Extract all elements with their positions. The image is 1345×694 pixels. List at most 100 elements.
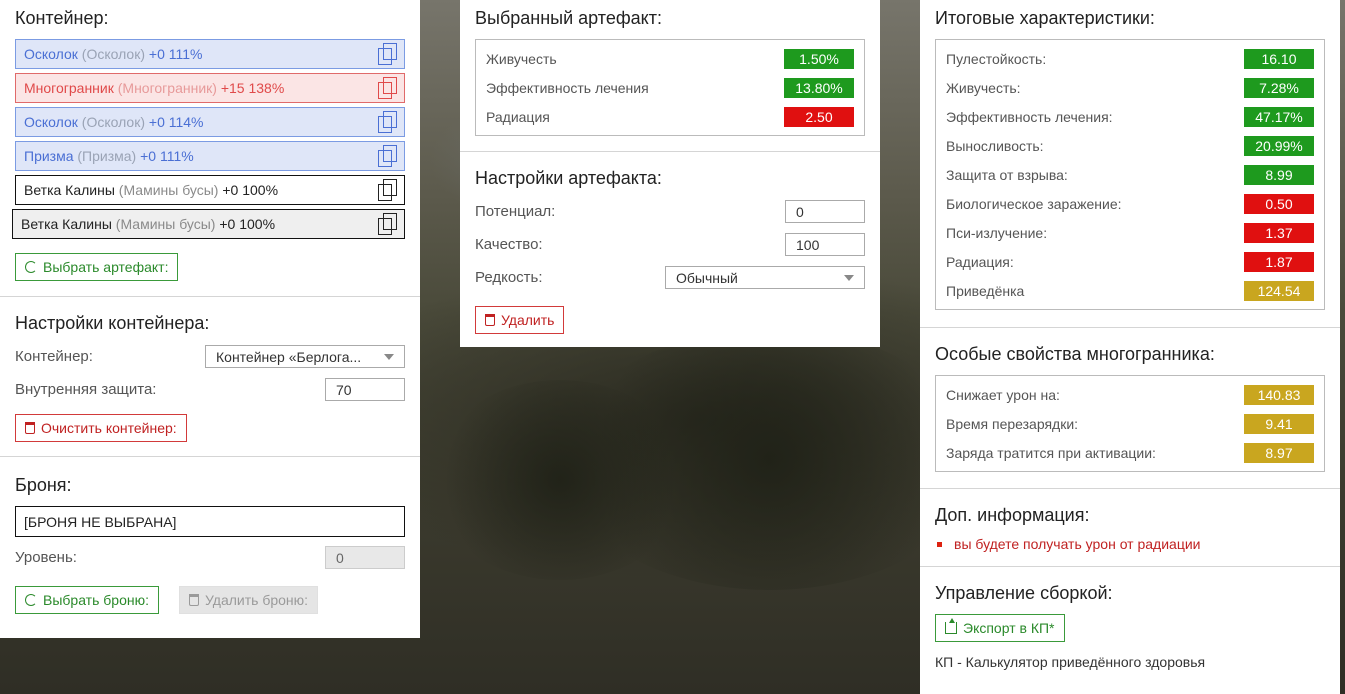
stat-row: Пси-излучение: 1.37 <box>946 218 1314 247</box>
copy-icon[interactable] <box>378 145 397 167</box>
artifact-name: Ветка Калины <box>21 216 112 232</box>
potential-label: Потенциал: <box>475 203 556 220</box>
armor-field[interactable]: [БРОНЯ НЕ ВЫБРАНА] <box>15 506 405 537</box>
armor-section: Броня: [БРОНЯ НЕ ВЫБРАНА] Уровень: 0 Выб… <box>0 457 420 628</box>
quality-row: Качество: 100 <box>475 228 865 261</box>
stat-label: Выносливость: <box>946 137 1044 154</box>
stat-row: Выносливость: 20.99% <box>946 131 1314 160</box>
export-button[interactable]: Экспорт в КП* <box>935 614 1065 642</box>
artifact-bonus: +0 111% <box>140 148 194 164</box>
artifact-type: (Осколок) <box>81 114 145 130</box>
stat-label: Время перезарядки: <box>946 415 1079 432</box>
container-title: Контейнер: <box>15 8 109 28</box>
stat-label: Снижает урон на: <box>946 386 1060 403</box>
artifact-bonus: +0 100% <box>222 182 279 198</box>
select-artifact-button[interactable]: Выбрать артефакт: <box>15 253 179 281</box>
stat-label: Биологическое заражение: <box>946 195 1122 212</box>
stat-row: Защита от взрыва: 8.99 <box>946 160 1314 189</box>
artifact-name: Призма <box>24 148 74 164</box>
delete-artifact-button[interactable]: Удалить <box>475 306 565 334</box>
stat-row: Радиация 2.50 <box>486 102 854 131</box>
copy-icon[interactable] <box>378 77 397 99</box>
stat-value: 1.37 <box>1244 222 1314 243</box>
potential-input[interactable]: 0 <box>785 200 865 223</box>
stat-label: Приведёнка <box>946 282 1025 299</box>
artifact-type: (Призма) <box>77 148 137 164</box>
artifact-bonus: +0 111% <box>148 46 203 62</box>
build-note: КП - Калькулятор приведённого здоровья <box>935 654 1206 670</box>
stat-value: 124.54 <box>1244 280 1314 301</box>
stat-value: 47.17% <box>1244 106 1314 127</box>
artifact-slot[interactable]: Ветка Калины (Мамины бусы) +0 100% <box>15 175 405 205</box>
copy-icon[interactable] <box>378 43 397 65</box>
stat-value: 140.83 <box>1244 384 1314 405</box>
artifact-slot-text: Осколок (Осколок) +0 111% <box>24 46 202 62</box>
artifact-slot-text: Многогранник (Многогранник) +15 138% <box>24 80 284 96</box>
right-panel: Итоговые характеристики: Пулестойкость: 1… <box>920 0 1340 694</box>
select-armor-button[interactable]: Выбрать броню: <box>15 586 159 614</box>
quality-label: Качество: <box>475 236 543 253</box>
trash-icon <box>189 594 199 606</box>
stat-label: Живучесть: <box>946 79 1021 96</box>
chevron-down-icon <box>384 353 394 360</box>
container-row: Контейнер: Контейнер «Берлога... <box>15 340 405 373</box>
container-section: Контейнер: Осколок (Осколок) +0 111% Мног… <box>0 0 420 297</box>
special-section: Особые свойства многогранника: Снижает у… <box>920 328 1340 489</box>
armor-level-label: Уровень: <box>15 549 77 566</box>
artifact-bonus: +15 138% <box>220 80 285 96</box>
container-select[interactable]: Контейнер «Берлога... <box>205 345 405 368</box>
container-settings-section: Настройки контейнера: Контейнер: Контейн… <box>0 297 420 457</box>
artifact-slot[interactable]: Ветка Калины (Мамины бусы) +0 100% <box>12 209 405 239</box>
stat-label: Радиация <box>486 108 550 125</box>
build-section: Управление сборкой: Экспорт в КП* КП - К… <box>920 567 1340 684</box>
stat-value: 2.50 <box>784 106 854 127</box>
stat-label: Пси-излучение: <box>946 224 1048 241</box>
totals-stats: Пулестойкость: 16.10 Живучесть: 7.28% Эффект… <box>935 39 1325 310</box>
artifact-slot[interactable]: Многогранник (Многогранник) +15 138% <box>15 73 405 103</box>
rarity-label: Редкость: <box>475 269 543 286</box>
stat-row: Биологическое заражение: 0.50 <box>946 189 1314 218</box>
artifact-type: (Мамины бусы) <box>118 182 219 198</box>
copy-icon[interactable] <box>378 179 397 201</box>
extra-info-list: вы будете получать урон от радиации <box>935 536 1325 552</box>
rarity-select[interactable]: Обычный <box>665 266 865 289</box>
copy-icon[interactable] <box>378 111 397 133</box>
delete-armor-button[interactable]: Удалить броню: <box>179 586 319 614</box>
bullet-icon <box>937 541 942 547</box>
armor-level-input[interactable]: 0 <box>325 546 405 569</box>
artifact-slot-text: Ветка Калины (Мамины бусы) +0 100% <box>21 216 275 232</box>
refresh-icon <box>25 261 37 273</box>
protection-row: Внутренняя защита: 70 <box>15 373 405 406</box>
selected-artifact-section: Выбранный артефакт: Живучесть 1.50% Эффект… <box>460 0 880 152</box>
artifact-slot-text: Ветка Калины (Мамины бусы) +0 100% <box>24 182 278 198</box>
extra-info-title: Доп. информация: <box>935 505 1090 525</box>
stat-row: Радиация: 1.87 <box>946 247 1314 276</box>
protection-input[interactable]: 70 <box>325 378 405 401</box>
artifact-slot-text: Призма (Призма) +0 111% <box>24 148 194 164</box>
armor-title: Броня: <box>15 475 72 495</box>
info-text: вы будете получать урон от радиации <box>954 536 1201 552</box>
artifact-slot[interactable]: Осколок (Осколок) +0 111% <box>15 39 405 69</box>
container-label: Контейнер: <box>15 348 93 365</box>
stat-value: 8.99 <box>1244 164 1314 185</box>
stat-value: 0.50 <box>1244 193 1314 214</box>
middle-panel: Выбранный артефакт: Живучесть 1.50% Эффект… <box>460 0 880 347</box>
armor-level-row: Уровень: 0 <box>15 541 405 574</box>
artifact-slot[interactable]: Осколок (Осколок) +0 114% <box>15 107 405 137</box>
clear-container-button[interactable]: Очистить контейнер: <box>15 414 187 442</box>
stat-label: Радиация: <box>946 253 1014 270</box>
stat-label: Живучесть <box>486 50 557 67</box>
stat-value: 1.87 <box>1244 251 1314 272</box>
stat-value: 1.50% <box>784 48 854 69</box>
stat-label: Эффективность лечения: <box>946 108 1113 125</box>
copy-icon[interactable] <box>378 213 397 235</box>
stat-row: Время перезарядки: 9.41 <box>946 409 1314 438</box>
artifact-type: (Многогранник) <box>117 80 217 96</box>
stat-value: 13.80% <box>784 77 854 98</box>
artifact-settings-section: Настройки артефакта: Потенциал: 0 Качест… <box>460 152 880 348</box>
artifact-slot[interactable]: Призма (Призма) +0 111% <box>15 141 405 171</box>
artifact-name: Осколок <box>24 114 78 130</box>
stat-value: 9.41 <box>1244 413 1314 434</box>
quality-input[interactable]: 100 <box>785 233 865 256</box>
extra-info-section: Доп. информация: вы будете получать урон… <box>920 489 1340 567</box>
